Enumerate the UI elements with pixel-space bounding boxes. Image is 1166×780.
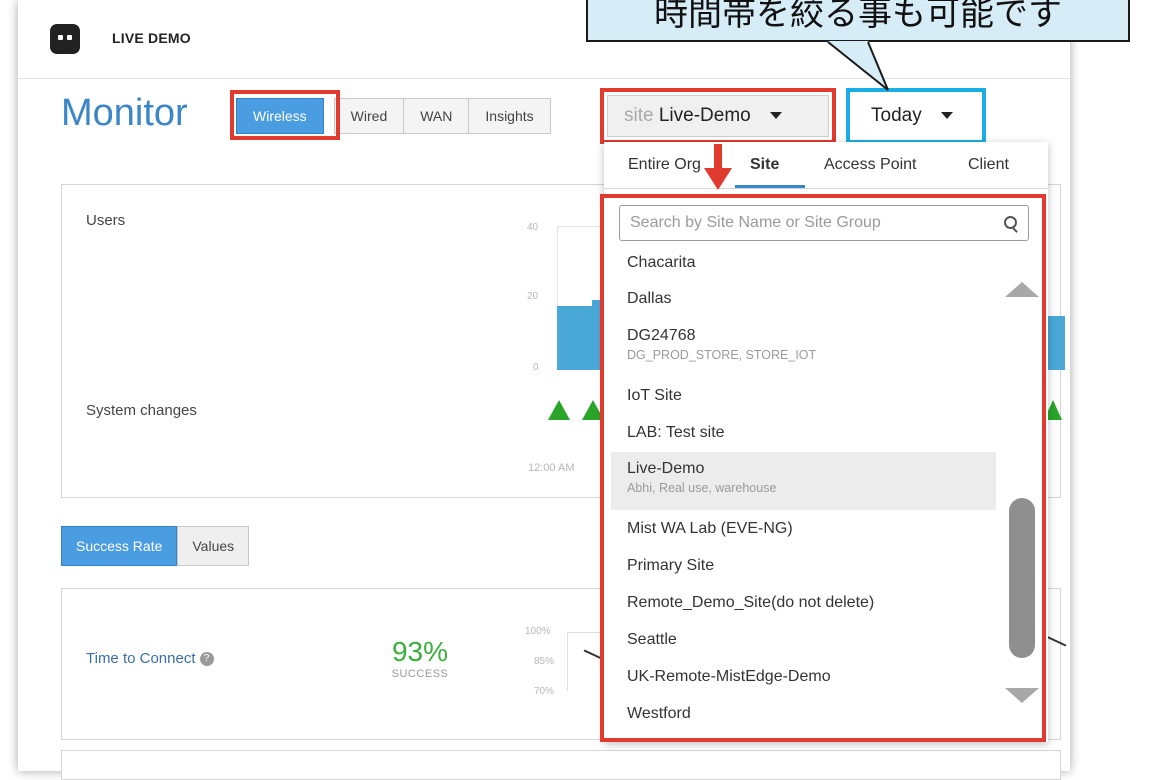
site-selector-highlight-box <box>600 88 836 144</box>
tab-client[interactable]: Client <box>968 156 1009 174</box>
system-change-marker[interactable] <box>548 400 570 420</box>
org-logo-icon[interactable] <box>50 24 80 54</box>
help-icon[interactable]: ? <box>199 652 214 667</box>
success-percentage: 93% <box>391 636 449 667</box>
time-to-connect-label[interactable]: Time to Connect? <box>86 650 214 667</box>
users-bar <box>557 306 597 370</box>
time-range-highlight-box <box>846 88 986 144</box>
tab-access-point[interactable]: Access Point <box>824 156 916 174</box>
org-name: LIVE DEMO <box>112 30 191 46</box>
tab-wired[interactable]: Wired <box>333 98 405 134</box>
users-label: Users <box>86 212 126 229</box>
tab-wan[interactable]: WAN <box>403 98 470 134</box>
site-list-highlight-box <box>600 194 1046 742</box>
y-tick-label: 20 <box>527 291 539 302</box>
active-tab-indicator <box>735 185 805 188</box>
tab-insights[interactable]: Insights <box>468 98 551 134</box>
success-caption: SUCCESS <box>391 668 449 680</box>
next-metric-card <box>61 750 1061 780</box>
callout-text: 時間帯を絞る事も可能です <box>654 0 1062 33</box>
metric-tab-group: Success Rate Values <box>61 526 250 566</box>
wireless-highlight-box <box>230 90 340 140</box>
time-to-connect-text: Time to Connect <box>86 650 196 667</box>
success-rate-value: 93% SUCCESS <box>380 636 460 680</box>
y-tick-label: 70% <box>534 686 555 697</box>
callout-balloon: 時間帯を絞る事も可能です <box>586 0 1130 42</box>
y-tick-label: 100% <box>525 626 551 637</box>
tab-site[interactable]: Site <box>750 156 779 174</box>
x-tick-label: 12:00 AM <box>528 462 575 474</box>
tab-values[interactable]: Values <box>177 526 250 566</box>
y-tick-label: 0 <box>533 362 539 373</box>
y-tick-label: 40 <box>527 222 539 233</box>
scope-tabs: Entire Org Site Access Point Client <box>604 142 1048 189</box>
system-changes-label: System changes <box>86 402 197 419</box>
page-title: Monitor <box>61 92 188 134</box>
users-bar <box>1045 316 1065 370</box>
y-tick-label: 85% <box>534 656 555 667</box>
tab-success-rate[interactable]: Success Rate <box>61 526 178 566</box>
tab-entire-org[interactable]: Entire Org <box>628 156 701 174</box>
